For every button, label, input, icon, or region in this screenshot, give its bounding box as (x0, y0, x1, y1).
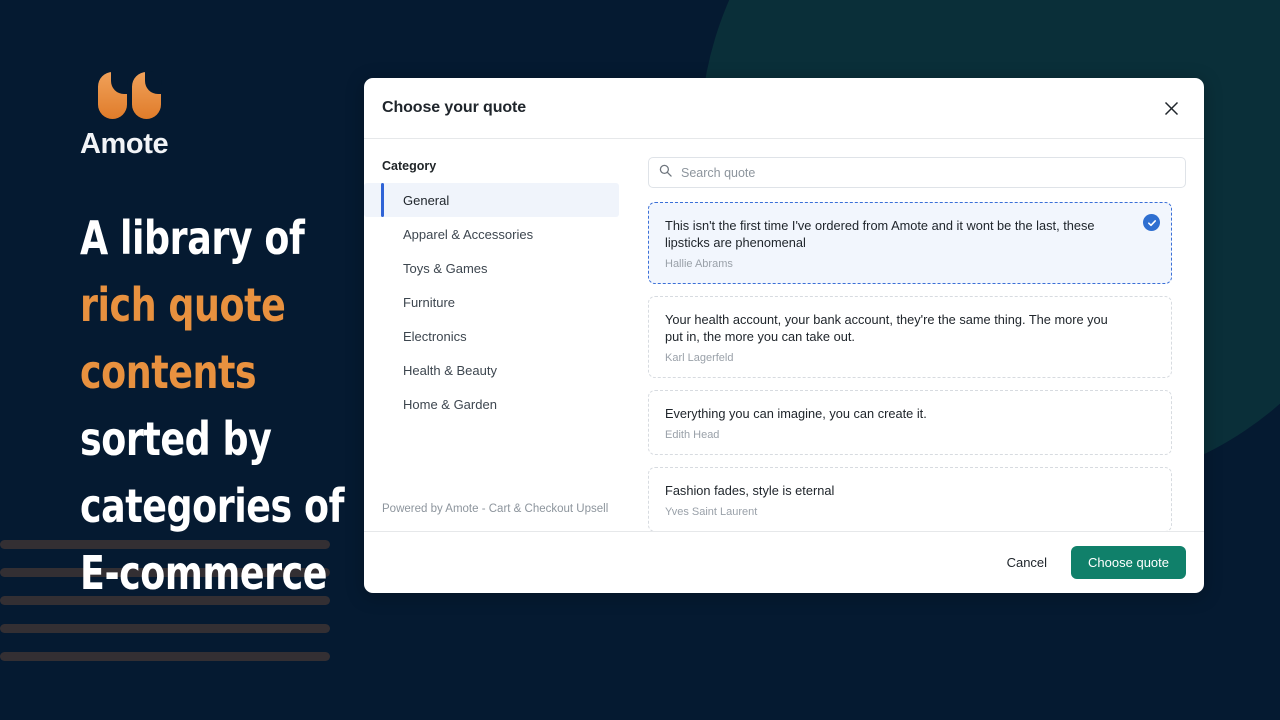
quote-card[interactable]: Everything you can imagine, you can crea… (648, 390, 1172, 455)
quote-mark-left-icon (98, 71, 128, 119)
quote-card[interactable]: This isn't the first time I've ordered f… (648, 202, 1172, 284)
sidebar-item-label: Apparel & Accessories (403, 226, 534, 242)
quote-text: Your health account, your bank account, … (665, 312, 1108, 344)
promo-headline-line: sorted by (80, 412, 272, 466)
choose-quote-button[interactable]: Choose quote (1071, 546, 1186, 579)
quote-marks-icon (98, 71, 350, 119)
powered-by-label: Powered by Amote - Cart & Checkout Upsel… (382, 503, 609, 515)
background-bar (0, 624, 330, 633)
cancel-button[interactable]: Cancel (1001, 548, 1053, 577)
promo-headline-line: categories of (80, 479, 345, 533)
category-list: General Apparel & Accessories Toys & Games… (364, 183, 636, 421)
quote-list[interactable]: This isn't the first time I've ordered f… (648, 202, 1186, 531)
quote-card[interactable]: Fashion fades, style is eternal Yves Sain… (648, 467, 1172, 531)
quote-panel: This isn't the first time I've ordered f… (636, 139, 1204, 531)
brand-name: Amote (80, 128, 169, 160)
promo-headline-line: contents (80, 345, 257, 399)
quote-text: Fashion fades, style is eternal (665, 483, 835, 498)
modal-body: Category General Apparel & Accessories Toy… (364, 139, 1204, 531)
quote-text: Everything you can imagine, you can crea… (665, 406, 927, 421)
sidebar-item-label: Home & Garden (403, 396, 497, 412)
choose-quote-modal: Choose your quote Category General Appare… (364, 78, 1204, 593)
check-icon (1143, 214, 1160, 231)
sidebar-item-label: Toys & Games (403, 260, 488, 276)
sidebar-item-label: Furniture (403, 294, 456, 310)
search-field[interactable] (648, 157, 1186, 188)
quote-author: Karl Lagerfeld (665, 352, 734, 364)
promo-headline-line: rich quote (80, 278, 286, 332)
quote-card[interactable]: Your health account, your bank account, … (648, 296, 1172, 378)
sidebar-item-general[interactable]: General (364, 183, 619, 217)
promo-headline-line: A library of (80, 211, 305, 265)
sidebar-item-label: Electronics (403, 328, 467, 344)
promo-headline-line: E-commerce (80, 546, 328, 600)
page-title: Choose your quote (382, 99, 527, 116)
sidebar-item-label: Health & Beauty (403, 362, 497, 378)
sidebar-item-furniture[interactable]: Furniture (364, 285, 619, 319)
quote-text: This isn't the first time I've ordered f… (665, 218, 1095, 250)
sidebar-item-apparel-accessories[interactable]: Apparel & Accessories (364, 217, 619, 251)
sidebar-item-toys-games[interactable]: Toys & Games (364, 251, 619, 285)
close-icon[interactable] (1156, 93, 1186, 123)
search-icon (659, 164, 672, 182)
sidebar-item-health-beauty[interactable]: Health & Beauty (364, 353, 619, 387)
quote-author: Yves Saint Laurent (665, 506, 758, 518)
category-sidebar: Category General Apparel & Accessories Toy… (364, 139, 636, 531)
sidebar-item-label: General (403, 192, 450, 208)
sidebar-item-home-garden[interactable]: Home & Garden (364, 387, 619, 421)
modal-header: Choose your quote (364, 78, 1204, 139)
background-bar (0, 652, 330, 661)
quote-mark-right-icon (132, 71, 162, 119)
quote-author: Hallie Abrams (665, 258, 733, 270)
promo-panel: Amote A library of rich quote contents sort… (80, 71, 350, 607)
category-label: Category (382, 159, 437, 173)
quote-author: Edith Head (665, 429, 720, 441)
sidebar-item-electronics[interactable]: Electronics (364, 319, 619, 353)
modal-footer: Cancel Choose quote (364, 531, 1204, 593)
search-input[interactable] (681, 165, 1175, 180)
promo-headline: A library of rich quote contents sorted by c… (80, 205, 345, 607)
